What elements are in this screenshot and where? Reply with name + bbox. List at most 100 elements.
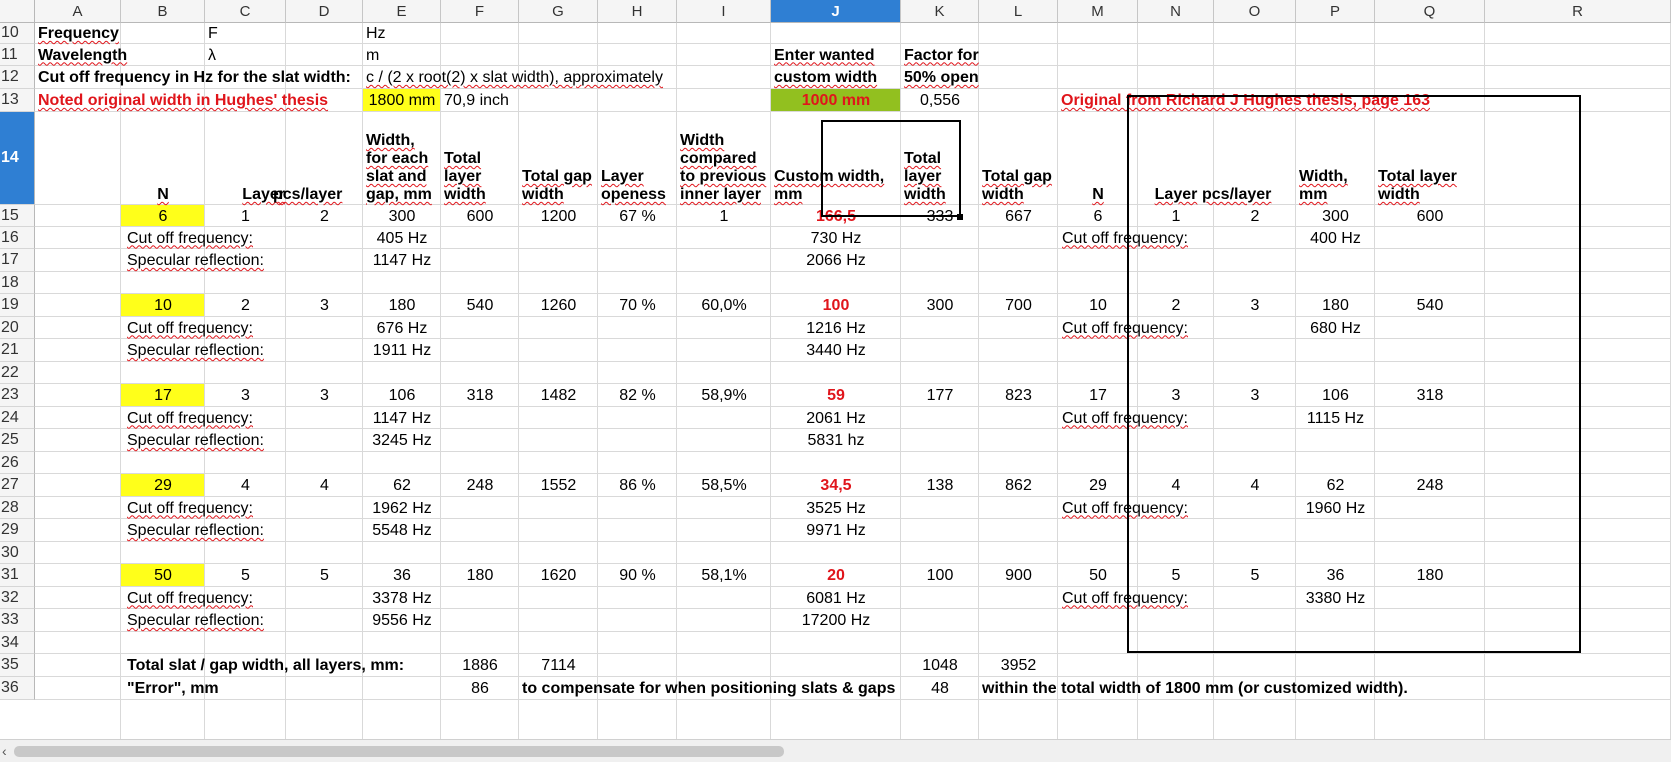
- layer-n-value[interactable]: 17: [121, 386, 205, 405]
- select-all-corner[interactable]: [0, 0, 35, 23]
- column-header-k[interactable]: K: [901, 0, 979, 23]
- column-header-d[interactable]: D: [286, 0, 363, 23]
- row-header-19[interactable]: 19: [0, 294, 35, 317]
- column-header-a[interactable]: A: [35, 0, 121, 23]
- frequency-label: Frequency: [35, 24, 121, 43]
- row-header-20[interactable]: 20: [0, 317, 35, 339]
- row-header-16[interactable]: 16: [0, 227, 35, 249]
- cutoff-frequency: 3378 Hz: [372, 589, 432, 607]
- row-header-32[interactable]: 32: [0, 587, 35, 609]
- scroll-left-arrow-icon[interactable]: ‹: [2, 742, 12, 760]
- spreadsheet-grid[interactable]: A B C D E F G H I J K L M N O P Q R 10 11 12 13 14 15 16 17 18 19 20…: [0, 0, 1671, 739]
- orig-n: 17: [1089, 387, 1107, 404]
- column-header-e[interactable]: E: [363, 0, 441, 23]
- wavelength-label: Wavelength: [35, 46, 127, 65]
- row-header-14[interactable]: 14: [0, 112, 35, 205]
- column-header-j[interactable]: J: [771, 0, 901, 23]
- row-header-12[interactable]: 12: [0, 66, 35, 89]
- scrollbar-thumb[interactable]: [14, 746, 784, 757]
- row-header-23[interactable]: 23: [0, 384, 35, 407]
- row-header-27[interactable]: 27: [0, 474, 35, 497]
- row-header-22[interactable]: 22: [0, 362, 35, 384]
- wavelength-symbol: λ: [208, 46, 216, 64]
- row-header-11[interactable]: 11: [0, 44, 35, 66]
- cell-text: Enter wanted: [774, 46, 875, 64]
- layer-n-value[interactable]: 50: [121, 566, 205, 585]
- total-gap-width: 1482: [540, 387, 577, 404]
- layer-openess: 67 %: [619, 207, 656, 225]
- column-header-r[interactable]: R: [1485, 0, 1671, 23]
- header-line: inner layer: [680, 186, 761, 203]
- custom-total-gap-width: 700: [1005, 297, 1032, 314]
- column-header-l[interactable]: L: [979, 0, 1058, 23]
- specular-label: Specular reflection:: [121, 431, 361, 450]
- custom-width-input[interactable]: 1000 mm: [771, 91, 901, 110]
- header-n: N: [121, 186, 205, 204]
- column-header-g[interactable]: G: [519, 0, 598, 23]
- column-header-h[interactable]: H: [598, 0, 677, 23]
- row-header-33[interactable]: 33: [0, 609, 35, 632]
- factor-value: 0,556: [919, 92, 961, 109]
- row-header-26[interactable]: 26: [0, 452, 35, 474]
- row-header-17[interactable]: 17: [0, 249, 35, 272]
- cutoff-frequency: 405 Hz: [376, 229, 428, 247]
- gridline-horizontal: [35, 676, 1671, 677]
- row-header-36[interactable]: 36: [0, 677, 35, 700]
- cutoff-label: Cut off frequency:: [121, 229, 361, 248]
- column-header-c[interactable]: C: [205, 0, 286, 23]
- row-header-31[interactable]: 31: [0, 564, 35, 587]
- custom-specular-reflection: 17200 Hz: [801, 612, 871, 629]
- layer-n-value[interactable]: 29: [121, 476, 205, 495]
- column-header-i[interactable]: I: [677, 0, 771, 23]
- cutoff-label: Cut off frequency:: [121, 499, 361, 518]
- custom-total-layer-width: 138: [926, 477, 954, 494]
- row-header-15[interactable]: 15: [0, 205, 35, 227]
- column-header-n[interactable]: N: [1138, 0, 1214, 23]
- row-header-34[interactable]: 34: [0, 632, 35, 654]
- row-header-18[interactable]: 18: [0, 272, 35, 294]
- pcs-per-layer: 2: [320, 207, 329, 225]
- row-header-10[interactable]: 10: [0, 23, 35, 44]
- total-gap-width: 1200: [540, 207, 577, 225]
- pcs-per-layer: 5: [320, 567, 329, 584]
- row-header-24[interactable]: 24: [0, 407, 35, 429]
- custom-total-slat-width: 1048: [922, 657, 958, 674]
- row-header-35[interactable]: 35: [0, 654, 35, 677]
- header-line: pcs/layer: [273, 186, 343, 203]
- header-line: width: [522, 186, 564, 203]
- row-header-21[interactable]: 21: [0, 339, 35, 362]
- layer-number: 4: [241, 477, 250, 494]
- row-header-25[interactable]: 25: [0, 429, 35, 452]
- custom-specular-reflection: 2066 Hz: [806, 252, 866, 269]
- error-note: to compensate for when positioning slats…: [522, 680, 896, 697]
- column-header-p[interactable]: P: [1296, 0, 1375, 23]
- header-line: gap, mm: [366, 186, 432, 203]
- column-header-q[interactable]: Q: [1375, 0, 1485, 23]
- slat-width: 62: [393, 477, 411, 494]
- custom-total-gap-width: 667: [1005, 207, 1032, 225]
- layer-n-value[interactable]: 10: [121, 296, 205, 315]
- specular-label: Specular reflection:: [121, 521, 361, 540]
- selected-cell-j14[interactable]: [821, 120, 961, 217]
- row-header-30[interactable]: 30: [0, 542, 35, 564]
- totals-label: Total slat / gap width, all layers, mm:: [127, 657, 405, 674]
- noted-width-mm[interactable]: 1800 mm: [363, 91, 441, 110]
- column-header-f[interactable]: F: [441, 0, 519, 23]
- layer-n-value[interactable]: 6: [121, 207, 205, 226]
- column-header-o[interactable]: O: [1214, 0, 1296, 23]
- total-slat-width: 1886: [462, 657, 498, 674]
- column-header-b[interactable]: B: [121, 0, 205, 23]
- total-layer-width: 248: [466, 477, 494, 494]
- row-header-29[interactable]: 29: [0, 519, 35, 542]
- custom-cutoff-frequency: 1216 Hz: [806, 319, 866, 337]
- frequency-unit: Hz: [366, 25, 386, 42]
- row-header-28[interactable]: 28: [0, 497, 35, 519]
- horizontal-scrollbar[interactable]: ‹: [0, 739, 1671, 762]
- fill-handle[interactable]: [957, 214, 963, 220]
- column-header-m[interactable]: M: [1058, 0, 1138, 23]
- cell-text: Cut off frequency:: [127, 319, 253, 337]
- header-line: Layer: [601, 168, 644, 185]
- header-line: Width,: [366, 132, 415, 149]
- width-compared: 1: [719, 207, 729, 225]
- row-header-13[interactable]: 13: [0, 89, 35, 112]
